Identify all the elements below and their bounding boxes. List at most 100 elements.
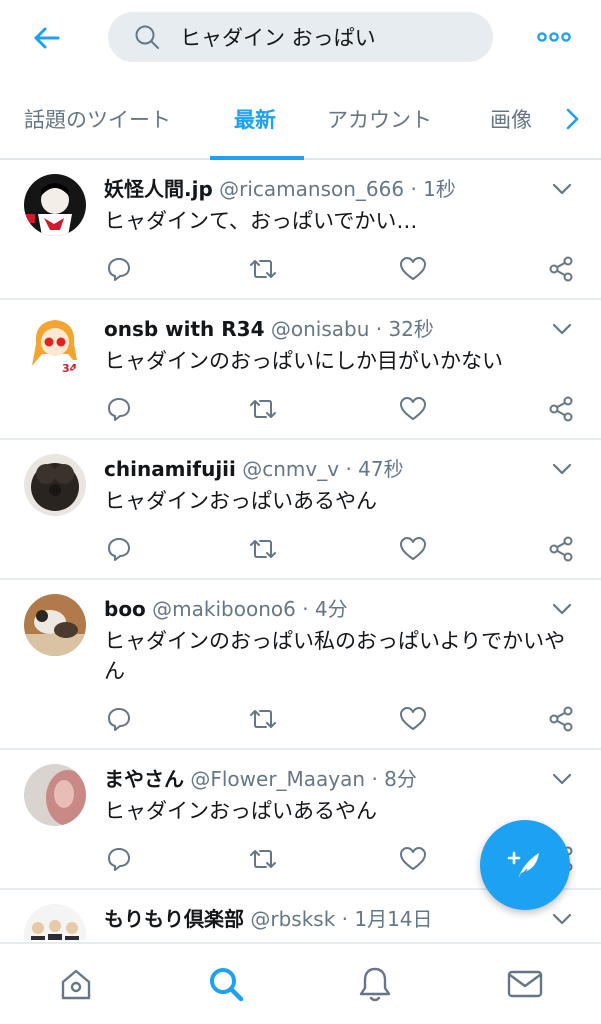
tweet-author-handle[interactable]: @onisabu [271, 317, 370, 341]
tab-top-tweets[interactable]: 話題のツイート [24, 80, 171, 158]
notifications-bell-icon [359, 967, 391, 1002]
tweet-author-handle[interactable]: @makiboono6 [152, 597, 296, 621]
retweet-icon [250, 400, 276, 418]
avatar[interactable] [24, 174, 86, 236]
tweet-actions [104, 254, 584, 284]
tweet-timestamp: 32秒 [388, 317, 434, 341]
compose-tweet-icon [507, 851, 539, 880]
tweet-text: ヒャダインおっぱいあるやん [104, 489, 377, 513]
tweet-author-handle[interactable]: @Flower_Maayan [190, 767, 365, 791]
like-button[interactable] [398, 704, 428, 734]
tweet-actions [104, 534, 584, 564]
retweet-icon [250, 850, 276, 868]
avatar[interactable] [24, 904, 86, 940]
tweet[interactable]: chinamifujii @cnmv_v · 47秒 ヒャダインおっぱいあるやん [0, 440, 601, 580]
tweet-author-name[interactable]: chinamifujii [104, 457, 236, 481]
like-button[interactable] [398, 534, 428, 564]
tweet-menu-button[interactable] [547, 904, 577, 934]
header [0, 0, 601, 72]
chevron-down-icon [552, 773, 572, 785]
chevron-down-icon [552, 463, 572, 475]
nav-search-button[interactable] [206, 964, 246, 1004]
tweet-timestamp: 47秒 [358, 457, 404, 481]
tweet-menu-button[interactable] [547, 764, 577, 794]
chevron-down-icon [552, 603, 572, 615]
nav-messages-button[interactable] [505, 964, 545, 1004]
tweet[interactable]: 34 onsb with R34 @onisabu · 32秒 ヒャダインのおっ… [0, 300, 601, 440]
share-button[interactable] [546, 254, 576, 284]
search-icon [210, 968, 244, 1002]
retweet-button[interactable] [248, 704, 278, 734]
like-button[interactable] [398, 844, 428, 874]
like-icon [400, 707, 426, 730]
chevron-down-icon [552, 913, 572, 925]
tweet-actions [104, 394, 584, 424]
tweet-menu-button[interactable] [547, 454, 577, 484]
tweet-actions [104, 704, 584, 734]
arrow-left-icon [34, 27, 60, 49]
search-icon [132, 22, 162, 52]
reply-button[interactable] [104, 844, 134, 874]
like-button[interactable] [398, 394, 428, 424]
reply-icon [108, 708, 130, 731]
retweet-icon [250, 540, 276, 558]
chevron-down-icon [552, 183, 572, 195]
tweet-header: chinamifujii @cnmv_v · 47秒 [104, 454, 561, 484]
search-input[interactable] [180, 25, 480, 49]
tab-images[interactable]: 画像 [490, 80, 532, 158]
reply-icon [108, 398, 130, 421]
tweet-header: まやさん @Flower_Maayan · 8分 [104, 764, 561, 794]
separator-dot: · [375, 317, 383, 341]
tweet-author-name[interactable]: boo [104, 597, 146, 621]
tweet-author-name[interactable]: まやさん [104, 767, 184, 791]
share-button[interactable] [546, 704, 576, 734]
tweet-author-name[interactable]: onsb with R34 [104, 317, 265, 341]
search-box[interactable] [108, 12, 493, 62]
tweet-menu-button[interactable] [547, 314, 577, 344]
avatar[interactable] [24, 594, 86, 656]
back-button[interactable] [26, 18, 66, 58]
retweet-icon [250, 710, 276, 728]
tweet-author-handle[interactable]: @rbsksk [250, 907, 335, 931]
separator-dot: · [302, 597, 309, 621]
tab-latest[interactable]: 最新 [234, 80, 276, 158]
tabs-scroll-right-button[interactable] [555, 102, 589, 136]
share-icon [549, 396, 573, 422]
compose-tweet-button[interactable] [480, 820, 570, 910]
reply-icon [108, 538, 130, 561]
retweet-button[interactable] [248, 254, 278, 284]
retweet-button[interactable] [248, 534, 278, 564]
chevron-right-icon [566, 108, 579, 130]
like-icon [400, 847, 426, 870]
tweet[interactable]: boo @makiboono6 · 4分 ヒャダインのおっぱい私のおっぱいよりで… [0, 580, 601, 750]
tweet-menu-button[interactable] [547, 594, 577, 624]
avatar[interactable] [24, 454, 86, 516]
share-button[interactable] [546, 534, 576, 564]
like-icon [400, 397, 426, 420]
retweet-button[interactable] [248, 844, 278, 874]
tweet-author-name[interactable]: もりもり倶楽部 [104, 907, 244, 931]
tweet-author-name[interactable]: 妖怪人間.jp [104, 177, 213, 201]
avatar[interactable] [24, 764, 86, 826]
tweet-author-handle[interactable]: @ricamanson_666 [219, 177, 404, 201]
reply-button[interactable] [104, 704, 134, 734]
search-tabs: 話題のツイート 最新 アカウント 画像 [0, 80, 601, 160]
reply-button[interactable] [104, 254, 134, 284]
share-button[interactable] [546, 394, 576, 424]
more-button[interactable] [532, 22, 576, 52]
tweet-header: boo @makiboono6 · 4分 [104, 594, 561, 624]
retweet-button[interactable] [248, 394, 278, 424]
avatar[interactable]: 34 [24, 314, 86, 376]
tab-accounts[interactable]: アカウント [327, 80, 432, 158]
tweet-text: ヒャダインて、おっぱいでかい… [104, 209, 418, 233]
nav-notifications-button[interactable] [355, 964, 395, 1004]
tweet-author-handle[interactable]: @cnmv_v [242, 457, 339, 481]
reply-button[interactable] [104, 394, 134, 424]
tweet-timestamp: 4分 [314, 597, 348, 621]
tweet-menu-button[interactable] [547, 174, 577, 204]
tweet-header: もりもり倶楽部 @rbsksk · 1月14日 [104, 904, 561, 934]
reply-button[interactable] [104, 534, 134, 564]
nav-home-button[interactable] [56, 964, 96, 1004]
tweet[interactable]: 妖怪人間.jp @ricamanson_666 · 1秒 ヒャダインて、おっぱい… [0, 160, 601, 300]
like-button[interactable] [398, 254, 428, 284]
